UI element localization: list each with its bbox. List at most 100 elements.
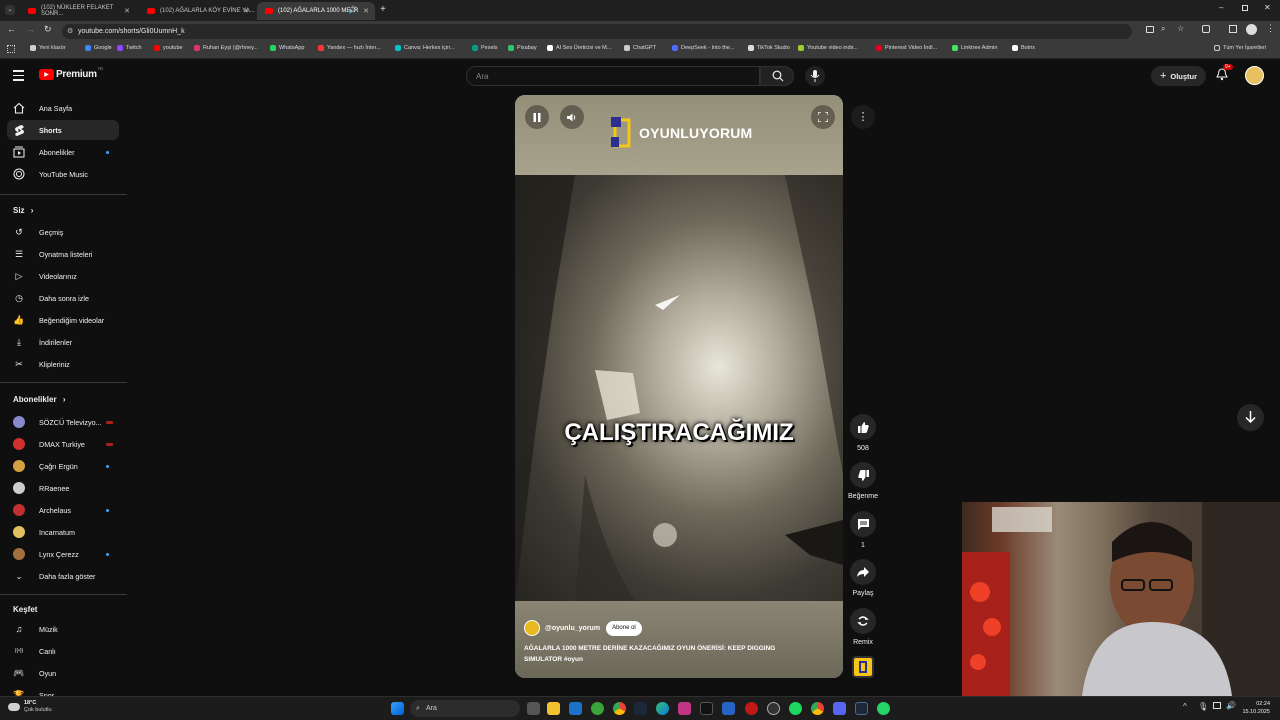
- subscription-channel-item[interactable]: SÖZCÜ Televizyo...: [7, 412, 119, 432]
- subscribe-button[interactable]: Abone ol: [606, 620, 642, 636]
- video-title[interactable]: AĞALARLA 1000 METRE DERİNE KAZACAĞIMIZ O…: [524, 643, 784, 665]
- edge-icon[interactable]: [656, 702, 669, 715]
- maximize-icon[interactable]: [1242, 5, 1248, 11]
- bookmark-item[interactable]: Youtube video indir...: [798, 45, 858, 51]
- remix-action[interactable]: Remix: [849, 608, 877, 646]
- bookmark-item[interactable]: Pixabay: [508, 45, 537, 51]
- notifications-button[interactable]: 9+: [1216, 64, 1233, 82]
- bookmark-item[interactable]: ChatGPT: [624, 45, 656, 51]
- weather-widget[interactable]: 18°C Çok bulutlu: [8, 700, 52, 714]
- bookmark-item[interactable]: Botrix: [1012, 45, 1035, 51]
- show-more-button[interactable]: ⌄ Daha fazla göster: [7, 566, 119, 586]
- dislike-button[interactable]: [850, 462, 876, 488]
- volume-tray-icon[interactable]: 🔊: [1226, 701, 1236, 710]
- cast-icon[interactable]: [1146, 26, 1154, 33]
- windows-start-icon[interactable]: [391, 702, 404, 715]
- bookmark-item[interactable]: youtube: [154, 45, 183, 51]
- voice-search-button[interactable]: [805, 66, 825, 86]
- sidebar-item-home[interactable]: Ana Sayfa: [7, 98, 119, 118]
- share-button[interactable]: [850, 559, 876, 585]
- bookmark-item[interactable]: AI Ses Üreticisi ve M...: [547, 45, 611, 51]
- sidebar-item-your-videos[interactable]: ▷ Videolarınız: [7, 266, 119, 286]
- audio-playing-icon[interactable]: 🔊: [348, 6, 357, 14]
- close-tab-icon[interactable]: ✕: [363, 7, 369, 15]
- network-icon[interactable]: [1213, 702, 1221, 709]
- calculator-icon[interactable]: [722, 702, 735, 715]
- browser-tab-2[interactable]: (102) AĞALARLA KÖY EVİNE YA... ✕: [139, 2, 255, 20]
- steam-icon[interactable]: [634, 702, 647, 715]
- subscription-channel-item[interactable]: Lynx Çerezz: [7, 544, 119, 564]
- outlook-icon[interactable]: [569, 702, 582, 715]
- tab-search-icon[interactable]: ⌄: [5, 5, 15, 15]
- channel-avatar[interactable]: [524, 620, 540, 636]
- extensions-icon[interactable]: [1202, 25, 1210, 33]
- subscription-channel-item[interactable]: DMAX Turkiye: [7, 434, 119, 454]
- tiktok-icon[interactable]: [700, 702, 713, 715]
- channel-handle[interactable]: @oyunlu_yorum: [545, 625, 600, 632]
- steam-client-icon[interactable]: [855, 702, 868, 715]
- profile-icon[interactable]: [1246, 24, 1257, 35]
- sidebar-item-watch-later[interactable]: ◷ Daha sonra izle: [7, 288, 119, 308]
- whatsapp-icon[interactable]: [877, 702, 890, 715]
- remix-button[interactable]: [850, 608, 876, 634]
- subscription-channel-item[interactable]: Archelaus: [7, 500, 119, 520]
- create-button[interactable]: + Oluştur: [1151, 66, 1206, 86]
- menu-kebab-icon[interactable]: ⋮: [1266, 23, 1275, 34]
- back-icon[interactable]: ←: [7, 24, 16, 34]
- microphone-tray-icon[interactable]: 🎙: [1198, 702, 1208, 711]
- discord-icon[interactable]: [833, 702, 846, 715]
- site-info-icon[interactable]: ⚙: [67, 24, 73, 39]
- pause-button[interactable]: [525, 105, 549, 129]
- sidebar-item-clips[interactable]: ✂ Klipleriniz: [7, 354, 119, 374]
- bookmark-star-icon[interactable]: ☆: [1177, 24, 1184, 33]
- shorts-player[interactable]: OYUNLUYORUM ÇALIŞTIRACAĞIMIZ @oyunlu_yor…: [515, 95, 843, 678]
- file-explorer-icon[interactable]: [547, 702, 560, 715]
- obs-icon[interactable]: [767, 702, 780, 715]
- chrome-icon[interactable]: [613, 702, 626, 715]
- sidebar-item-shorts[interactable]: Shorts: [7, 120, 119, 140]
- browser-tab-1[interactable]: (102) NÜKLEER FELAKET SONR... ✕: [20, 2, 136, 20]
- sidebar-toggle-icon[interactable]: [1229, 25, 1237, 33]
- all-bookmarks-folder[interactable]: Tüm Yer İşaretleri: [1214, 45, 1266, 51]
- sound-source-thumbnail[interactable]: [852, 656, 874, 678]
- red-app-icon[interactable]: [745, 702, 758, 715]
- sidebar-item-gaming[interactable]: 🎮 Oyun: [7, 663, 119, 683]
- bookmark-item[interactable]: WhatsApp: [270, 45, 304, 51]
- volume-button[interactable]: [560, 105, 584, 129]
- share-action[interactable]: Paylaş: [849, 559, 877, 597]
- system-tray-chevron-icon[interactable]: ^: [1183, 702, 1187, 711]
- sidebar-item-history[interactable]: ↺ Geçmiş: [7, 222, 119, 242]
- hamburger-menu-icon[interactable]: [13, 70, 24, 81]
- bookmark-item[interactable]: Twitch: [117, 45, 142, 51]
- sidebar-item-youtube-music[interactable]: YouTube Music: [7, 164, 119, 184]
- bookmark-item[interactable]: Yeni klasör: [30, 45, 66, 51]
- next-short-button[interactable]: [1237, 404, 1264, 431]
- like-button[interactable]: [850, 414, 876, 440]
- bookmark-item[interactable]: Canva: Herkes için...: [395, 45, 455, 51]
- close-window-icon[interactable]: ✕: [1264, 3, 1271, 12]
- new-tab-icon[interactable]: +: [380, 4, 386, 15]
- bookmark-item[interactable]: TikTok Studio: [748, 45, 790, 51]
- bookmark-item[interactable]: DeepSeek - Into the...: [672, 45, 735, 51]
- whatsapp-store-icon[interactable]: [678, 702, 691, 715]
- youtube-logo[interactable]: ▶ Premium TR: [39, 66, 103, 80]
- close-tab-icon[interactable]: ✕: [243, 7, 249, 15]
- subscription-channel-item[interactable]: Incarnatum: [7, 522, 119, 542]
- you-section-header[interactable]: Siz ›: [13, 206, 33, 215]
- reload-icon[interactable]: ↻: [44, 24, 52, 35]
- fullscreen-button[interactable]: [811, 105, 835, 129]
- minimize-icon[interactable]: –: [1219, 3, 1223, 12]
- subscriptions-section-header[interactable]: Abonelikler ›: [13, 395, 65, 404]
- more-options-button[interactable]: ⋮: [851, 105, 875, 129]
- sidebar-item-liked-videos[interactable]: 👍 Beğendiğim videolar: [7, 310, 119, 330]
- bookmark-item[interactable]: Pexels: [472, 45, 498, 51]
- search-input[interactable]: Ara: [466, 66, 760, 86]
- task-view-icon[interactable]: [527, 702, 540, 715]
- bookmark-item[interactable]: Pinterest Video İndi...: [876, 45, 937, 51]
- sidebar-item-music[interactable]: ♫ Müzik: [7, 619, 119, 639]
- chrome-active-icon[interactable]: [811, 702, 824, 715]
- sidebar-item-playlists[interactable]: ☰ Oynatma listeleri: [7, 244, 119, 264]
- sidebar-item-subscriptions[interactable]: Abonelikler: [7, 142, 119, 162]
- subscription-channel-item[interactable]: Çağrı Ergün: [7, 456, 119, 476]
- clock[interactable]: 02:24 15.10.2025: [1240, 700, 1270, 716]
